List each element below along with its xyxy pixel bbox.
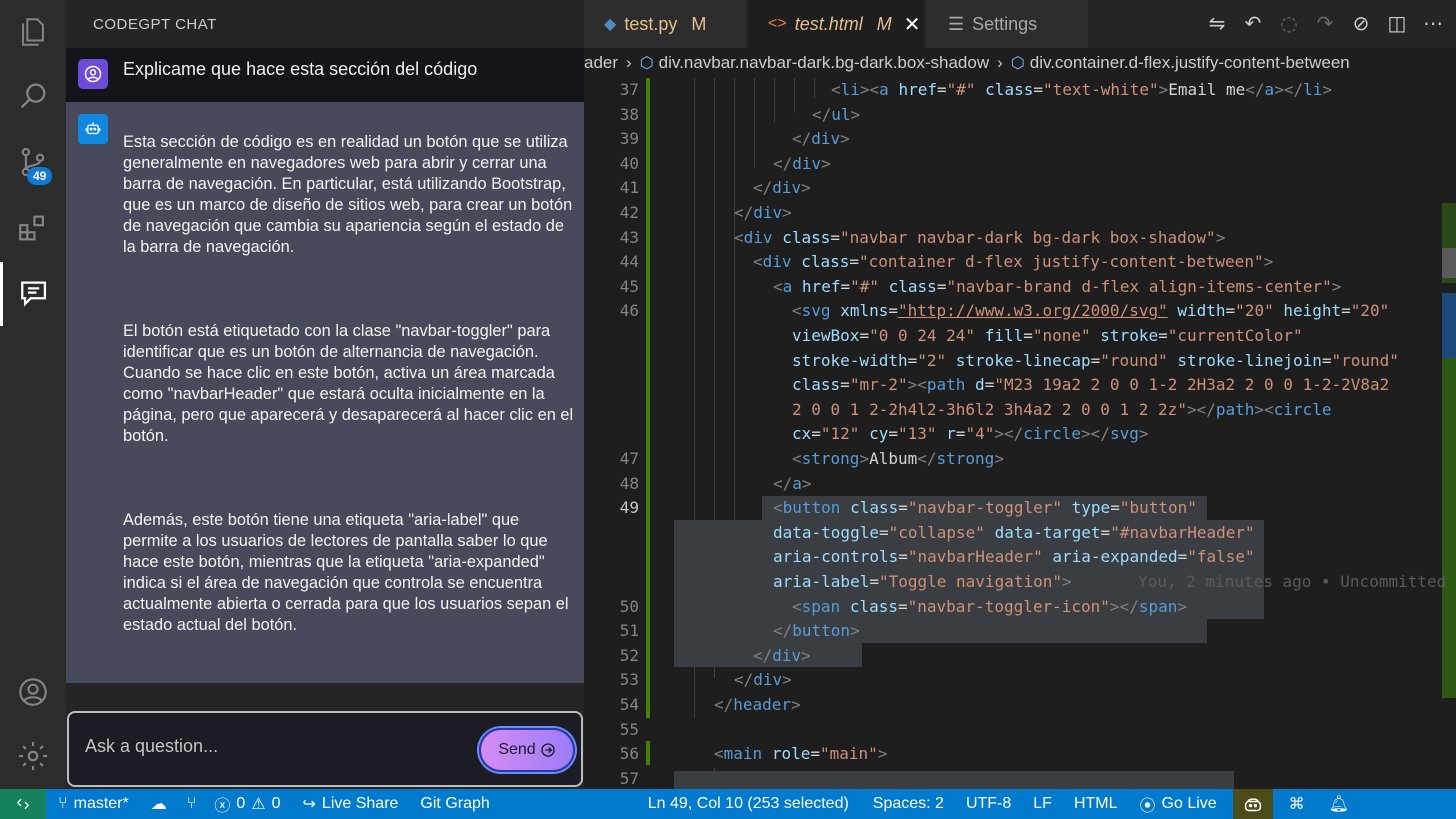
- breadcrumb: ader › ⬡ div.navbar.navbar-dark.bg-dark.b…: [584, 48, 1456, 78]
- user-message: Explicame que hace esta sección del códi…: [66, 48, 584, 102]
- breadcrumb-item[interactable]: ader: [584, 53, 618, 73]
- send-label: Send: [498, 741, 536, 758]
- sync-icon[interactable]: ☁: [151, 794, 167, 814]
- language-mode[interactable]: HTML: [1074, 795, 1118, 813]
- editor-tabs: ◆ test.py M <> test.html M ✕ ☰ Settings …: [584, 0, 1456, 48]
- modified-indicator: M: [876, 13, 892, 34]
- element-icon: ⬡: [1010, 55, 1025, 72]
- remote-icon[interactable]: [0, 789, 46, 819]
- indentation-status[interactable]: Spaces: 2: [873, 795, 944, 813]
- status-bar: ⑂ master* ☁ ⑂ ⓧ 0 ⚠ 0 ↪ Live Share Git Graph…: [0, 789, 1456, 819]
- eol-status[interactable]: LF: [1033, 795, 1052, 813]
- spaces-label: Spaces: 2: [872, 795, 944, 812]
- go-back-icon[interactable]: ↶: [1240, 10, 1266, 36]
- live-share-label: Live Share: [321, 795, 399, 812]
- tab-test-py[interactable]: ◆ test.py M: [584, 0, 746, 48]
- editor-actions: ⇋ ↶ ◌ ↷ ⊘ ◫ ⋯: [1204, 10, 1446, 36]
- git-graph-button[interactable]: Git Graph: [420, 795, 489, 813]
- send-button[interactable]: Send: [479, 728, 575, 772]
- search-icon[interactable]: [0, 64, 66, 128]
- bot-paragraph: Esta sección de código es en realidad un…: [123, 133, 573, 256]
- more-actions-icon[interactable]: ⋯: [1420, 10, 1446, 36]
- breadcrumb-label: ader: [584, 53, 619, 72]
- split-editor-icon[interactable]: ◫: [1384, 10, 1410, 36]
- code-editor[interactable]: 37 <li><a href="#" class="text-white">Ema…: [584, 78, 1456, 789]
- git-compare-icon[interactable]: ⑂: [187, 795, 197, 813]
- eol-label: LF: [1033, 795, 1052, 812]
- problems-status[interactable]: ⓧ 0 ⚠ 0: [214, 792, 280, 816]
- explorer-icon[interactable]: [0, 0, 66, 64]
- cursor-position[interactable]: Ln 49, Col 10 (253 selected): [648, 795, 849, 813]
- bell-icon[interactable]: 🔔︎: [1329, 794, 1349, 814]
- go-live-button[interactable]: ⦿ Go Live: [1140, 792, 1217, 816]
- go-live-label: Go Live: [1161, 795, 1217, 812]
- breadcrumb-label: div.navbar.navbar-dark.bg-dark.box-shado…: [658, 53, 990, 72]
- live-share-icon: ↪: [302, 796, 316, 813]
- chat-panel: CODEGPT CHAT Explicame que hace esta sec…: [66, 0, 584, 789]
- tab-test-html[interactable]: <> test.html M ✕: [748, 0, 924, 48]
- tab-label: Settings: [972, 13, 1038, 34]
- tab-label: test.html: [794, 13, 863, 34]
- broadcast-icon: ⦿: [1139, 798, 1156, 815]
- breadcrumb-label: div.container.d-flex.justify-content-bet…: [1029, 53, 1350, 72]
- element-icon: ⬡: [639, 55, 654, 72]
- live-share-button[interactable]: ↪ Live Share: [303, 794, 399, 814]
- source-control-icon[interactable]: 49: [0, 130, 66, 194]
- previous-change-icon[interactable]: ◌: [1276, 10, 1302, 36]
- compare-changes-icon[interactable]: ⇋: [1204, 10, 1230, 36]
- tab-label: test.py: [624, 13, 678, 34]
- bot-paragraph: Además, este botón tiene una etiqueta "a…: [123, 511, 569, 634]
- activity-bar: 49: [0, 0, 66, 789]
- scm-badge: 49: [27, 167, 53, 185]
- feedback-icon[interactable]: ⌘: [1289, 794, 1305, 814]
- git-blame-annotation: You, 2 minutes ago • Uncommitted: [1138, 572, 1447, 591]
- modified-indicator: M: [691, 13, 707, 34]
- breadcrumb-item[interactable]: ⬡ div.container.d-flex.justify-content-be…: [1011, 53, 1350, 73]
- breadcrumb-item[interactable]: ⬡ div.navbar.navbar-dark.bg-dark.box-shad…: [640, 53, 989, 73]
- close-icon[interactable]: ✕: [904, 12, 921, 37]
- user-message-text: Explicame que hace esta sección del códi…: [123, 59, 478, 79]
- question-input[interactable]: [85, 731, 465, 761]
- encoding-label: UTF-8: [965, 795, 1012, 812]
- next-change-icon[interactable]: ↷: [1312, 10, 1338, 36]
- bot-message-text: Esta sección de código es en realidad un…: [123, 132, 578, 636]
- bot-paragraph: El botón está etiquetado con la clase "n…: [123, 322, 574, 445]
- git-branch-icon: ⑂: [58, 795, 68, 812]
- chat-panel-title: CODEGPT CHAT: [66, 0, 584, 48]
- branch-label: master*: [73, 795, 129, 812]
- python-icon: ◆: [604, 16, 617, 33]
- warning-count: 0: [271, 795, 281, 812]
- gear-icon[interactable]: [0, 724, 66, 788]
- language-label: HTML: [1073, 795, 1118, 812]
- arrow-right-circle-icon: [541, 743, 555, 757]
- git-graph-label: Git Graph: [420, 795, 490, 812]
- encoding-status[interactable]: UTF-8: [966, 795, 1011, 813]
- chat-input-box: Send: [67, 711, 583, 787]
- timeline-icon[interactable]: ⊘: [1348, 10, 1374, 36]
- extensions-icon[interactable]: [0, 196, 66, 260]
- error-count: 0: [236, 795, 246, 812]
- warning-icon: ⚠: [251, 796, 266, 813]
- copilot-icon[interactable]: [1232, 789, 1273, 819]
- branch-status[interactable]: ⑂ master*: [58, 795, 129, 813]
- user-avatar-icon: [78, 59, 108, 89]
- chevron-right-icon: ›: [997, 53, 1003, 72]
- error-icon: ⓧ: [214, 798, 231, 815]
- cursor-label: Ln 49, Col 10 (253 selected): [647, 795, 849, 812]
- settings-list-icon: ☰: [948, 13, 965, 34]
- account-icon[interactable]: [0, 660, 66, 724]
- robot-icon: [78, 114, 108, 144]
- chat-icon[interactable]: [0, 262, 66, 326]
- bot-message: Esta sección de código es en realidad un…: [66, 102, 584, 683]
- tab-settings[interactable]: ☰ Settings: [926, 0, 1088, 48]
- chevron-right-icon: ›: [626, 53, 632, 72]
- html-icon: <>: [768, 15, 787, 32]
